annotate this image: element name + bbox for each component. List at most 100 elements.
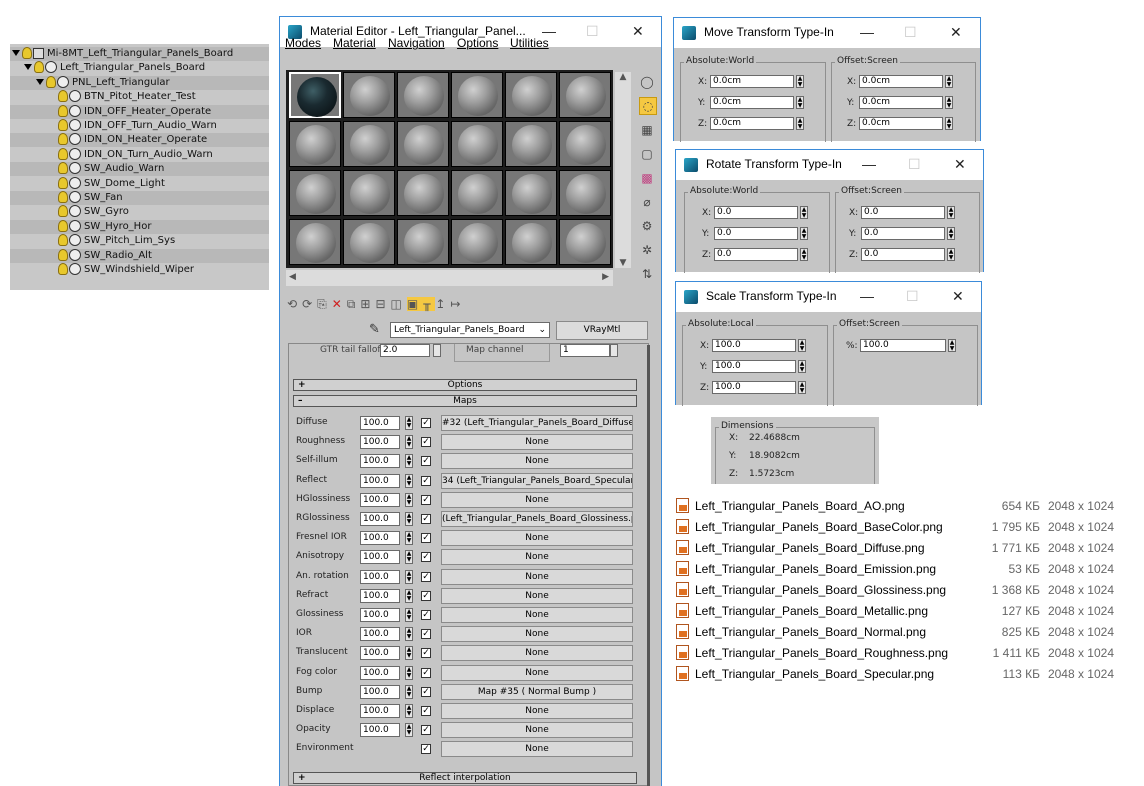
move-left-input-1[interactable]: 0.0cm [710,96,794,109]
map-amount-spinner[interactable]: ▲ ▼ [405,608,413,622]
map-slot-button[interactable]: Map #35 ( Normal Bump ) [441,683,633,700]
map-amount-input[interactable]: 100.0 [360,492,400,507]
lightbulb-icon[interactable] [58,133,68,146]
rotate-right-input-1[interactable]: 0.0 [861,227,945,240]
map-slot-button[interactable]: None [441,664,633,681]
map-enable-checkbox[interactable]: ✓ [421,456,431,467]
map-enable-checkbox[interactable]: ✓ [421,552,431,563]
rotate-right-input-0[interactable]: 0.0 [861,206,945,219]
freeze-icon[interactable] [69,119,81,131]
spinner[interactable]: ▲ ▼ [947,227,955,240]
map-amount-input[interactable]: 100.0 [360,569,400,584]
freeze-icon[interactable] [69,147,81,160]
options-rollout[interactable]: + Options [293,379,637,391]
get-material-icon[interactable]: ⟲ [287,297,302,311]
material-sample-slot[interactable] [559,219,611,265]
scroll-down-icon[interactable]: ▼ [615,258,631,268]
map-enable-checkbox[interactable]: ✓ [421,590,431,601]
map-amount-input[interactable]: 100.0 [360,512,400,526]
material-sample-slot[interactable] [451,121,503,167]
freeze-icon[interactable] [69,205,81,218]
sample-type-sphere-icon[interactable]: ◯ [639,74,655,90]
minimize-button[interactable]: — [862,156,876,172]
map-amount-input[interactable]: 100.0 [360,704,400,718]
video-color-check-icon[interactable]: ▩ [639,170,655,186]
make-preview-icon[interactable]: ⌀ [639,194,655,210]
map-amount-spinner[interactable]: ▲ ▼ [405,512,413,526]
tree-item[interactable]: IDN_OFF_Heater_Operate [10,104,269,119]
map-enable-checkbox[interactable]: ✓ [421,706,431,716]
scale-left-input-1[interactable]: 100.0 [712,360,796,373]
map-amount-input[interactable]: 100.0 [360,627,400,642]
slot-horizontal-scrollbar[interactable]: ◀ ▶ [286,270,613,286]
lightbulb-icon[interactable] [58,90,68,103]
map-slot-button[interactable]: None [441,587,633,604]
spinner[interactable]: ▲ ▼ [800,206,808,219]
material-sample-slot[interactable] [343,219,395,265]
file-row[interactable]: Left_Triangular_Panels_Board_Diffuse.png… [676,538,1126,558]
map-amount-input[interactable]: 100.0 [360,665,400,680]
material-sample-slot[interactable] [289,121,341,167]
freeze-icon[interactable] [69,90,81,103]
map-enable-checkbox[interactable]: ✓ [421,494,431,505]
expand-arrow-icon[interactable] [24,64,32,71]
map-slot-button[interactable]: None [441,645,633,662]
spinner[interactable]: ▲ ▼ [796,96,804,109]
move-right-input-0[interactable]: 0.0cm [859,75,943,88]
map-enable-checkbox[interactable]: ✓ [421,610,431,620]
lightbulb-icon[interactable] [58,162,68,175]
map-amount-input[interactable]: 100.0 [360,550,400,565]
material-sample-slot[interactable] [451,72,503,118]
freeze-icon[interactable] [69,104,81,117]
tree-item[interactable]: Mi-8MT_Left_Triangular_Panels_Board [10,47,269,61]
tree-item[interactable]: IDN_ON_Heater_Operate [10,133,269,148]
close-button[interactable]: ✕ [954,156,966,173]
lightbulb-icon[interactable] [58,219,68,232]
tree-item[interactable]: IDN_OFF_Turn_Audio_Warn [10,119,269,133]
map-slot-button[interactable]: None [441,453,633,470]
map-enable-checkbox[interactable]: ✓ [421,475,431,486]
lightbulb-icon[interactable] [58,205,68,218]
options-icon[interactable]: ⚙ [639,218,655,234]
map-amount-spinner[interactable]: ▲ ▼ [405,531,413,546]
scale-offset-input[interactable]: 100.0 [860,339,946,352]
map-slot-button[interactable]: None [441,530,633,547]
lightbulb-icon[interactable] [58,191,68,203]
copy-material-icon[interactable]: ⧉ [347,297,361,311]
panel-scrollbar[interactable] [647,345,650,786]
freeze-icon[interactable] [69,263,81,275]
tree-item[interactable]: SW_Dome_Light [10,176,269,191]
freeze-icon[interactable] [69,248,81,261]
eyedropper-icon[interactable]: ✎ [369,322,380,337]
map-enable-checkbox[interactable]: ✓ [421,533,431,544]
map-amount-input[interactable]: 100.0 [360,684,400,699]
spinner[interactable]: ▲ ▼ [945,96,953,109]
show-end-result-icon[interactable]: ╥ [423,297,436,311]
map-enable-checkbox[interactable]: ✓ [421,514,431,524]
file-row[interactable]: Left_Triangular_Panels_Board_AO.png 654 К… [676,496,1126,516]
material-navigator-icon[interactable]: ⇅ [639,266,655,282]
tree-item[interactable]: IDN_ON_Turn_Audio_Warn [10,147,269,162]
material-sample-slot[interactable] [343,170,395,216]
material-id-channel-icon[interactable]: ◫ [391,297,407,311]
freeze-icon[interactable] [69,234,81,247]
file-row[interactable]: Left_Triangular_Panels_Board_Normal.png 8… [676,622,1126,642]
map-enable-checkbox[interactable]: ✓ [421,744,431,755]
tree-item[interactable]: SW_Fan [10,191,269,205]
map-enable-checkbox[interactable]: ✓ [421,418,431,428]
map-amount-input[interactable]: 100.0 [360,608,400,622]
assign-to-selection-icon[interactable]: ⎘ [317,297,332,311]
lightbulb-icon[interactable] [58,119,68,131]
spinner[interactable]: ▲ ▼ [796,75,804,88]
scroll-left-icon[interactable]: ◀ [289,272,296,282]
spinner[interactable]: ▲ ▼ [945,117,953,130]
material-sample-slot[interactable] [397,170,449,216]
material-sample-slot[interactable] [397,121,449,167]
map-amount-spinner[interactable]: ▲ ▼ [405,665,413,680]
freeze-icon[interactable] [57,75,69,88]
freeze-icon[interactable] [69,162,81,175]
map-slot-button[interactable]: None [441,434,633,451]
scale-offset-spinner[interactable]: ▲ ▼ [948,339,956,352]
map-slot-button[interactable]: None [441,741,633,758]
map-amount-input[interactable]: 100.0 [360,473,400,488]
